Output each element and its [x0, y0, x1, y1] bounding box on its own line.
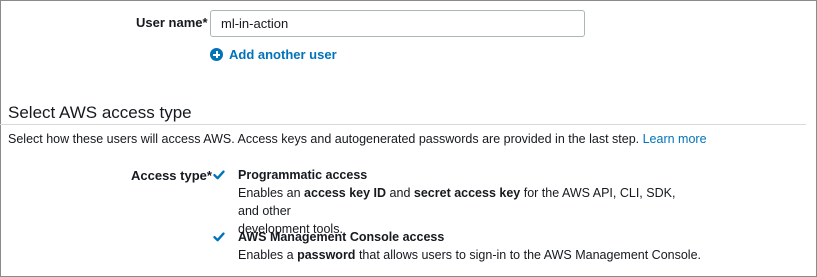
console-access-description: Enables a password that allows users to … [238, 246, 701, 264]
secret-access-key-text: secret access key [413, 186, 521, 200]
add-another-user-label: Add another user [229, 47, 337, 62]
programmatic-desc-part: and [389, 186, 411, 200]
programmatic-access-title: Programmatic access [238, 168, 368, 182]
learn-more-link[interactable]: Learn more [643, 132, 707, 146]
section-description-text: Select how these users will access AWS. … [8, 132, 640, 146]
console-access-checkbox[interactable] [212, 230, 226, 244]
password-text: password [297, 248, 356, 262]
section-title: Select AWS access type [8, 103, 192, 122]
access-key-id-text: access key ID [304, 186, 387, 200]
checkmark-icon [213, 170, 225, 180]
user-name-input[interactable] [210, 10, 585, 37]
console-desc-part: Enables a [238, 248, 294, 262]
user-name-label: User name* [136, 15, 208, 30]
add-another-user-link[interactable]: Add another user [210, 47, 337, 62]
programmatic-access-checkbox[interactable] [212, 168, 226, 182]
section-divider [0, 124, 806, 125]
console-access-title: AWS Management Console access [238, 230, 445, 244]
programmatic-desc-part: Enables an [238, 186, 301, 200]
plus-circle-icon [210, 48, 223, 61]
checkmark-icon [213, 232, 225, 242]
console-desc-part: that allows users to sign-in to the AWS … [358, 248, 702, 262]
access-type-label: Access type* [131, 168, 212, 183]
section-description: Select how these users will access AWS. … [8, 132, 707, 146]
